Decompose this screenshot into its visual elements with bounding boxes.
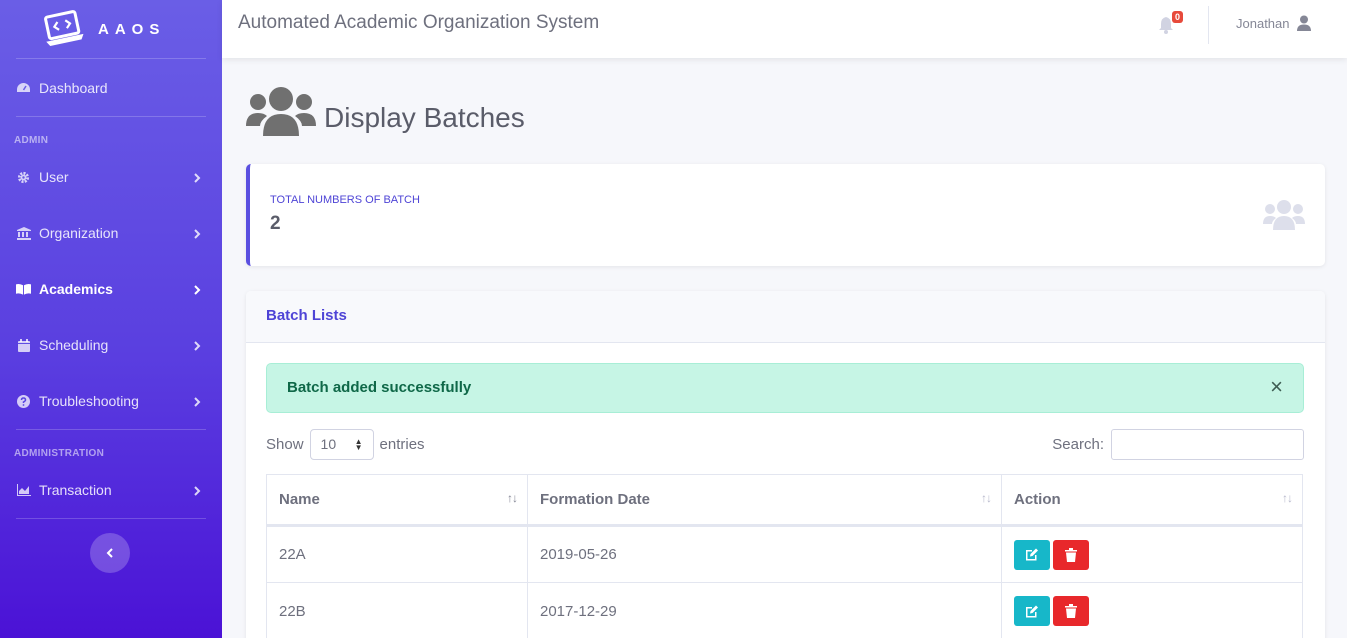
question-circle-icon bbox=[16, 394, 31, 408]
stat-label: TOTAL NUMBERS OF BATCH bbox=[270, 194, 420, 206]
sidebar-item-academics[interactable]: Academics bbox=[0, 261, 222, 317]
sidebar-item-user[interactable]: User bbox=[0, 149, 222, 205]
topbar-divider bbox=[1208, 6, 1209, 44]
app-title: Automated Academic Organization System bbox=[238, 12, 600, 33]
success-alert: Batch added successfully × bbox=[266, 363, 1304, 413]
cell-formation-date: 2019-05-26 bbox=[527, 525, 1002, 583]
sidebar-item-transaction[interactable]: Transaction bbox=[0, 462, 222, 518]
search-input[interactable] bbox=[1111, 429, 1304, 460]
edit-icon bbox=[1026, 548, 1038, 561]
table-row: 22B 2017-12-29 bbox=[266, 582, 1303, 638]
chevron-right-icon bbox=[192, 395, 202, 407]
stat-value: 2 bbox=[270, 213, 281, 234]
chevron-right-icon bbox=[192, 484, 202, 496]
close-icon[interactable]: × bbox=[1270, 376, 1283, 398]
sidebar-item-label: Academics bbox=[39, 281, 113, 297]
edit-button[interactable] bbox=[1014, 539, 1050, 570]
cell-action bbox=[1001, 525, 1303, 583]
entries-length-control: Show 10 ▲ ▼ entries bbox=[266, 429, 425, 460]
page-heading: Display Batches bbox=[246, 86, 525, 136]
sidebar-heading-admin: ADMIN bbox=[14, 135, 49, 146]
alert-message: Batch added successfully bbox=[287, 379, 472, 396]
cell-name: 22B bbox=[266, 582, 528, 638]
search-control: Search: bbox=[1052, 429, 1304, 460]
delete-button[interactable] bbox=[1053, 539, 1089, 570]
edit-icon bbox=[1026, 605, 1038, 617]
sort-icon: ↑↓ bbox=[507, 491, 518, 505]
chevron-left-icon bbox=[106, 548, 113, 558]
column-header-formation-date[interactable]: Formation Date ↑↓ bbox=[527, 474, 1002, 527]
edit-button[interactable] bbox=[1014, 596, 1050, 626]
sidebar-item-label: Organization bbox=[39, 225, 119, 241]
column-header-action[interactable]: Action ↑↓ bbox=[1001, 474, 1303, 527]
page-title: Display Batches bbox=[324, 102, 525, 133]
sidebar-item-label: Transaction bbox=[39, 482, 112, 498]
chart-area-icon bbox=[16, 483, 31, 497]
users-icon bbox=[1263, 200, 1305, 230]
sidebar-item-label: Scheduling bbox=[39, 337, 109, 353]
sort-caret-icon: ▲ ▼ bbox=[354, 437, 363, 452]
entries-select[interactable]: 10 ▲ ▼ bbox=[309, 429, 374, 460]
stat-card-total-batches: TOTAL NUMBERS OF BATCH 2 bbox=[246, 164, 1325, 266]
cell-name: 22A bbox=[266, 525, 528, 583]
cell-formation-date: 2017-12-29 bbox=[527, 582, 1002, 638]
user-name[interactable]: Jonathan bbox=[1236, 16, 1290, 31]
users-icon bbox=[246, 87, 316, 136]
table-header-row: Name ↑↓ Formation Date ↑↓ Action ↑↓ bbox=[266, 474, 1303, 527]
cell-action bbox=[1001, 582, 1303, 638]
sidebar-item-dashboard[interactable]: Dashboard bbox=[0, 59, 222, 116]
tachometer-icon bbox=[16, 81, 31, 95]
sidebar: AAOS Dashboard ADMIN User Organization A… bbox=[0, 0, 222, 638]
chevron-right-icon bbox=[192, 339, 202, 351]
trash-icon bbox=[1065, 547, 1077, 562]
sidebar-item-scheduling[interactable]: Scheduling bbox=[0, 317, 222, 373]
sidebar-divider bbox=[16, 518, 206, 519]
chevron-right-icon bbox=[192, 283, 202, 295]
entries-label: entries bbox=[379, 436, 425, 453]
gear-icon bbox=[16, 170, 31, 184]
batch-list-card: Batch Lists Batch added successfully × S… bbox=[246, 291, 1325, 638]
chevron-right-icon bbox=[192, 171, 202, 183]
sidebar-item-troubleshooting[interactable]: Troubleshooting bbox=[0, 373, 222, 429]
sidebar-heading-administration: ADMINISTRATION bbox=[14, 448, 105, 459]
bank-icon bbox=[16, 226, 31, 240]
laptop-code-icon bbox=[42, 10, 84, 48]
topbar: Automated Academic Organization System 0… bbox=[222, 0, 1347, 58]
sidebar-item-label: User bbox=[39, 169, 69, 185]
sidebar-item-label: Dashboard bbox=[39, 79, 108, 96]
entries-select-value: 10 bbox=[320, 436, 337, 452]
sidebar-toggle-button[interactable] bbox=[90, 533, 130, 573]
sort-icon: ↑↓ bbox=[981, 491, 992, 505]
sidebar-item-label: Troubleshooting bbox=[39, 393, 139, 409]
delete-button[interactable] bbox=[1053, 596, 1089, 626]
sidebar-item-organization[interactable]: Organization bbox=[0, 205, 222, 261]
user-icon[interactable] bbox=[1296, 15, 1312, 31]
brand[interactable]: AAOS bbox=[0, 0, 222, 58]
column-header-name[interactable]: Name ↑↓ bbox=[266, 474, 528, 527]
notification-badge: 0 bbox=[1172, 11, 1184, 23]
chevron-right-icon bbox=[192, 227, 202, 239]
brand-name: AAOS bbox=[98, 20, 166, 38]
trash-icon bbox=[1065, 604, 1077, 618]
show-label: Show bbox=[266, 436, 304, 453]
sort-icon: ↑↓ bbox=[1282, 491, 1293, 505]
table-row: 22A 2019-05-26 bbox=[266, 525, 1303, 583]
book-open-icon bbox=[16, 282, 31, 296]
search-label: Search: bbox=[1052, 436, 1104, 453]
card-title: Batch Lists bbox=[246, 291, 1325, 343]
batch-table: Name ↑↓ Formation Date ↑↓ Action ↑↓ 22A … bbox=[266, 474, 1303, 638]
calendar-icon bbox=[16, 338, 31, 352]
